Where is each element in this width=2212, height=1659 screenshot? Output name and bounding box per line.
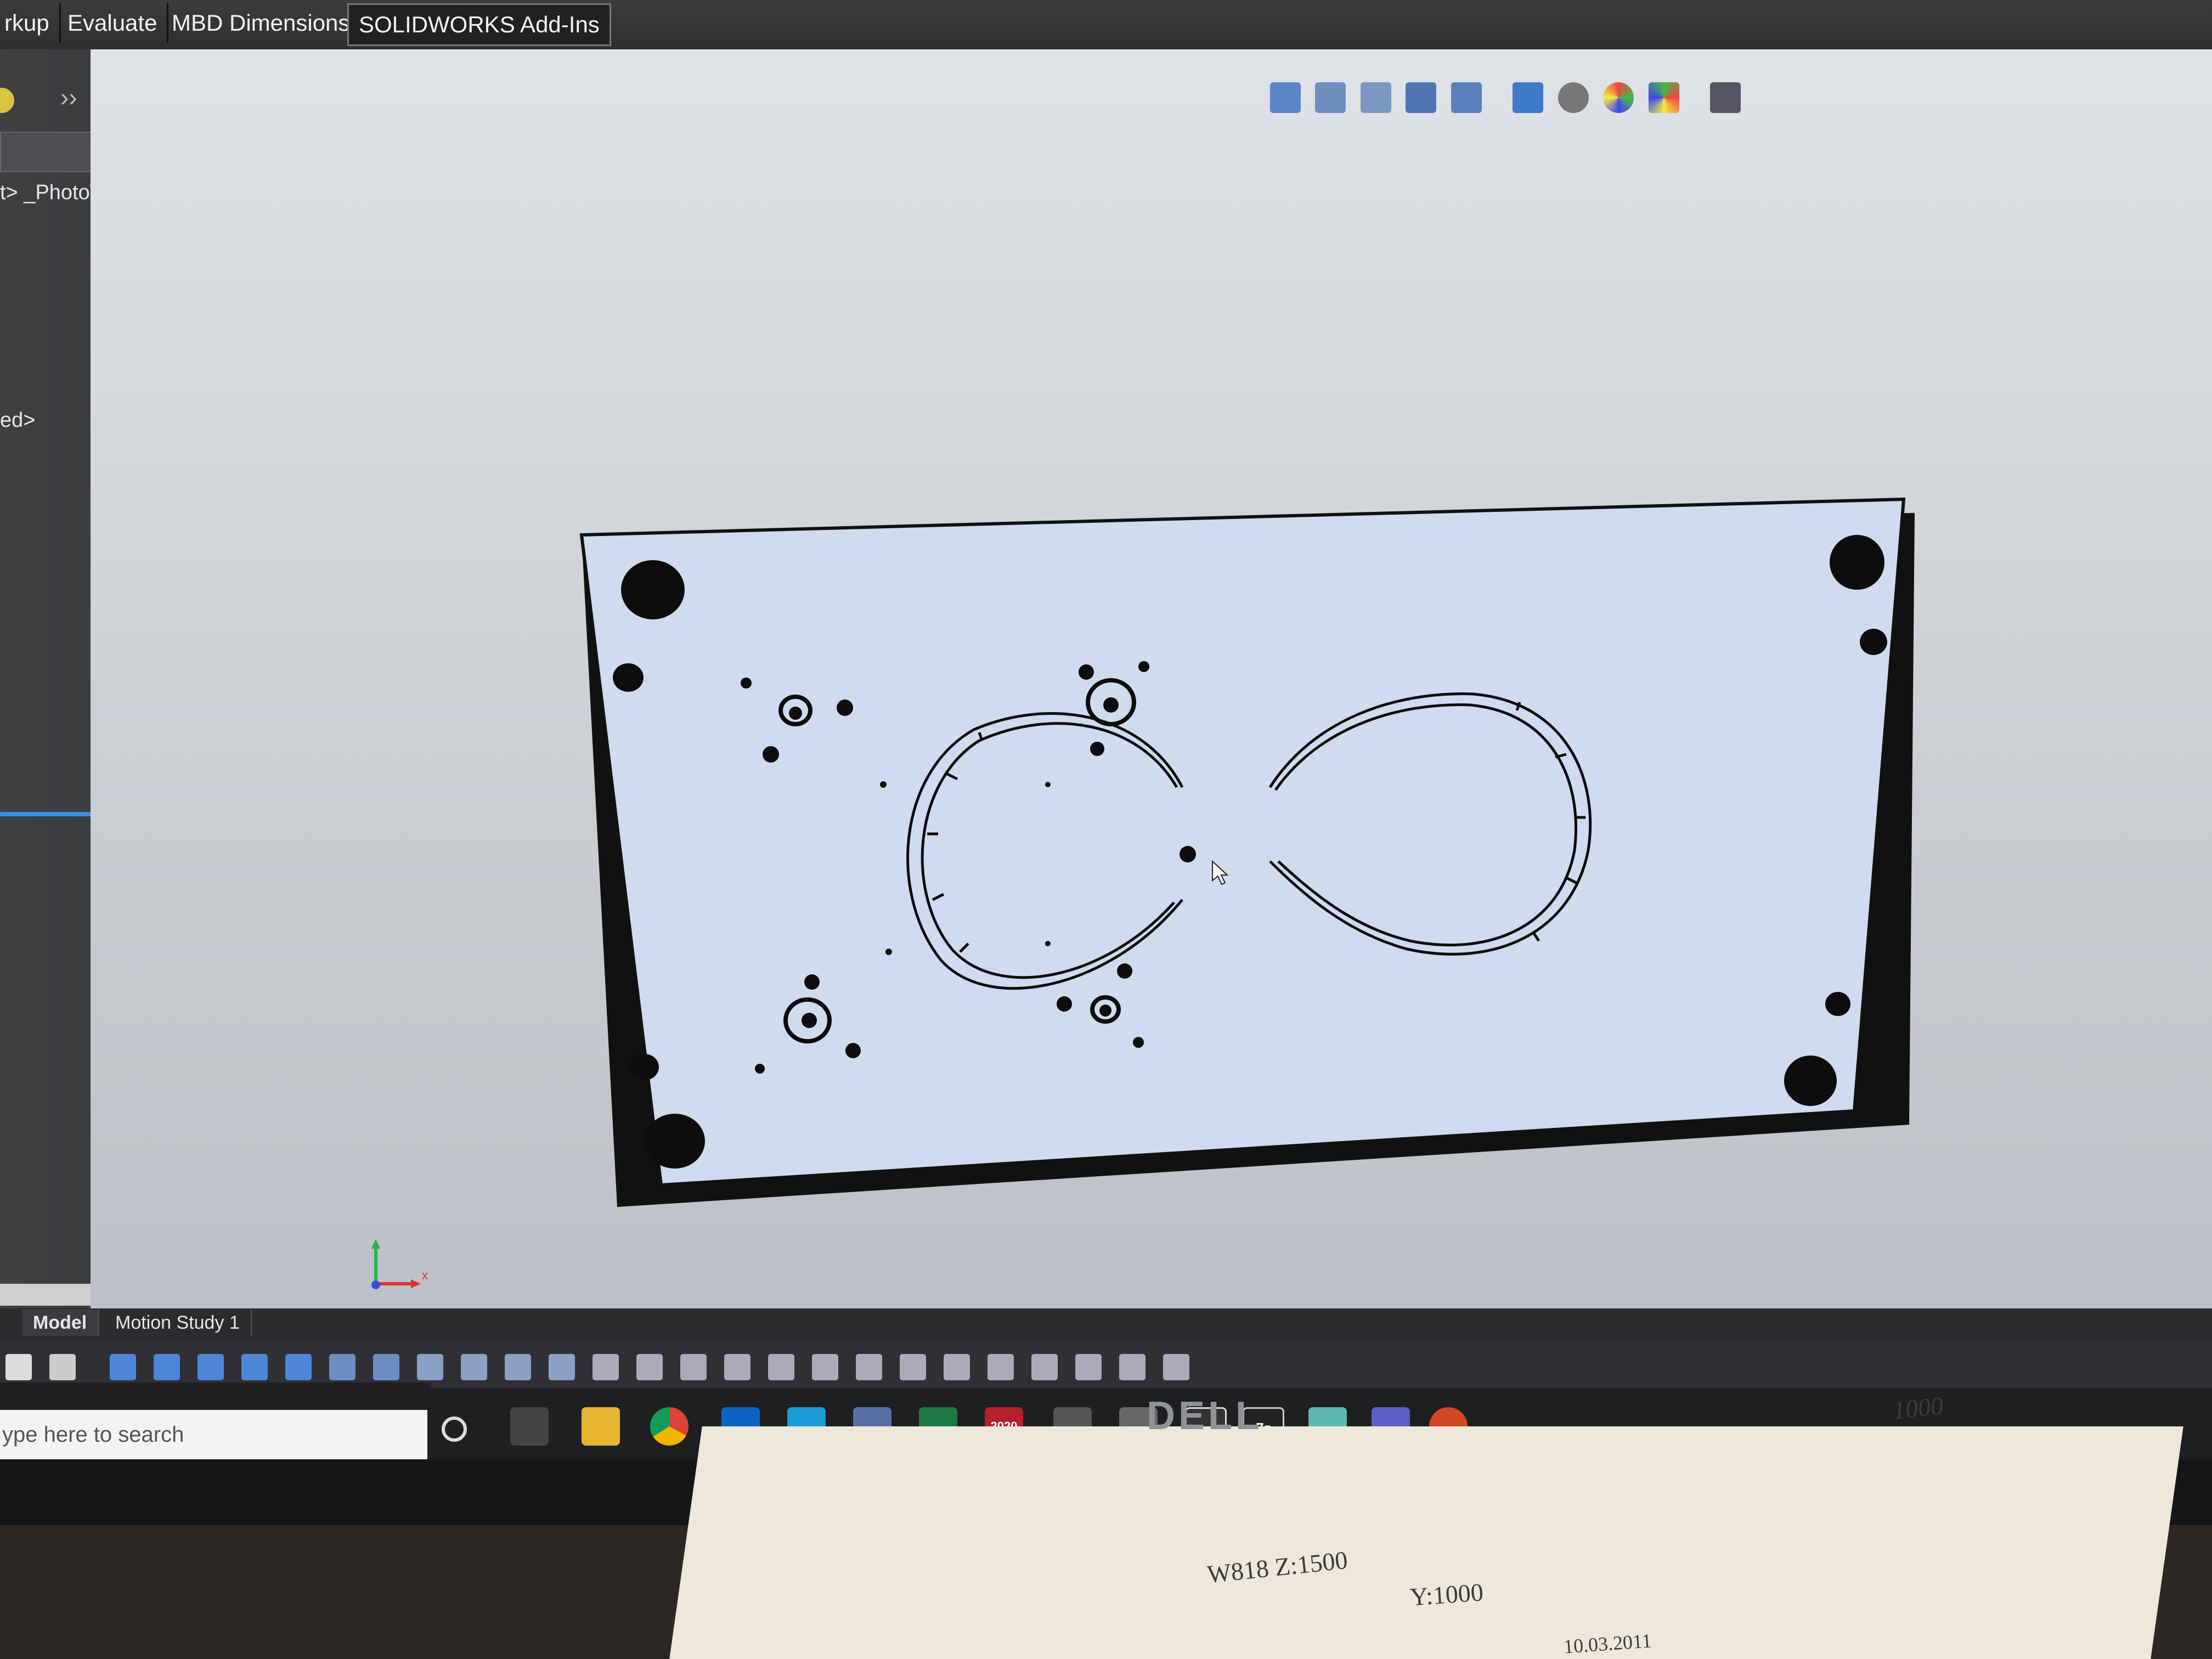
rectangle-tool-icon[interactable]	[198, 1354, 224, 1380]
tab-markup[interactable]: rkup	[0, 3, 61, 43]
tree-item-display-state[interactable]: ed>	[0, 409, 35, 432]
model-tabs-bar: Model Motion Study 1	[0, 1308, 2212, 1339]
tab-solidworks-add-ins[interactable]: SOLIDWORKS Add-Ins	[347, 3, 611, 46]
corner-hole	[645, 1114, 705, 1169]
text-tool-icon[interactable]	[768, 1354, 794, 1380]
tab-motion-study-1[interactable]: Motion Study 1	[104, 1310, 252, 1336]
line-tool-icon[interactable]	[154, 1354, 180, 1380]
paper-drawing-printout	[669, 1426, 2183, 1659]
sketch-tool-icon[interactable]	[110, 1354, 136, 1380]
corner-hole	[1784, 1056, 1837, 1106]
part-model-view[interactable]	[91, 49, 2212, 1311]
chamfer-icon[interactable]	[461, 1354, 487, 1380]
task-view-icon[interactable]	[510, 1407, 549, 1446]
monitor-screen: rkup Evaluate MBD Dimensions SOLIDWORKS …	[0, 0, 2212, 1459]
shell-icon[interactable]	[592, 1354, 619, 1380]
loft-icon[interactable]	[373, 1354, 399, 1380]
draft-icon[interactable]	[549, 1354, 575, 1380]
chrome-icon[interactable]	[650, 1407, 689, 1446]
rib-icon[interactable]	[505, 1354, 531, 1380]
annotation-icon[interactable]	[1163, 1354, 1189, 1380]
select-icon[interactable]	[5, 1354, 32, 1380]
coordinate-triad: x	[371, 1239, 428, 1289]
file-explorer-icon[interactable]	[582, 1407, 620, 1446]
reference-geometry-icon[interactable]	[856, 1354, 882, 1380]
hole-wizard-icon[interactable]	[636, 1354, 663, 1380]
sweep-icon[interactable]	[329, 1354, 356, 1380]
z-axis-icon	[371, 1280, 380, 1289]
panel-filter-box[interactable]	[0, 132, 95, 172]
paper-y-coordinate: Y:1000	[1409, 1578, 1485, 1611]
mass-properties-icon[interactable]	[944, 1354, 970, 1380]
dimension-icon[interactable]	[1119, 1354, 1146, 1380]
pattern-icon[interactable]	[724, 1354, 751, 1380]
chevron-right-icon[interactable]: ››	[60, 82, 77, 112]
revolve-icon[interactable]	[285, 1354, 312, 1380]
curve-icon[interactable]	[812, 1354, 838, 1380]
extrude-icon[interactable]	[241, 1354, 268, 1380]
fillet-icon[interactable]	[417, 1354, 443, 1380]
triad-x-label: x	[422, 1268, 428, 1282]
tab-evaluate[interactable]: Evaluate	[58, 3, 169, 43]
paper-handwriting: 1000	[1891, 1391, 1945, 1425]
taskbar-search-input[interactable]: ype here to search	[0, 1410, 427, 1459]
tab-model[interactable]: Model	[22, 1310, 99, 1336]
cortana-icon[interactable]	[442, 1417, 467, 1442]
dell-logo: DELL	[1147, 1394, 1263, 1438]
ribbon-tab-bar: rkup Evaluate MBD Dimensions SOLIDWORKS …	[0, 0, 2212, 50]
mirror-icon[interactable]	[680, 1354, 707, 1380]
measure-icon[interactable]	[900, 1354, 926, 1380]
corner-hole	[1830, 535, 1884, 590]
plate-face	[579, 497, 1906, 1187]
corner-hole	[621, 560, 685, 619]
appearance-icon[interactable]	[0, 88, 14, 113]
graphics-area[interactable]: x	[91, 49, 2212, 1311]
tab-mbd-dimensions[interactable]: MBD Dimensions	[162, 3, 362, 43]
section-properties-icon[interactable]	[988, 1354, 1014, 1380]
interference-icon[interactable]	[1031, 1354, 1058, 1380]
check-icon[interactable]	[1075, 1354, 1102, 1380]
pointer-icon[interactable]	[49, 1354, 76, 1380]
